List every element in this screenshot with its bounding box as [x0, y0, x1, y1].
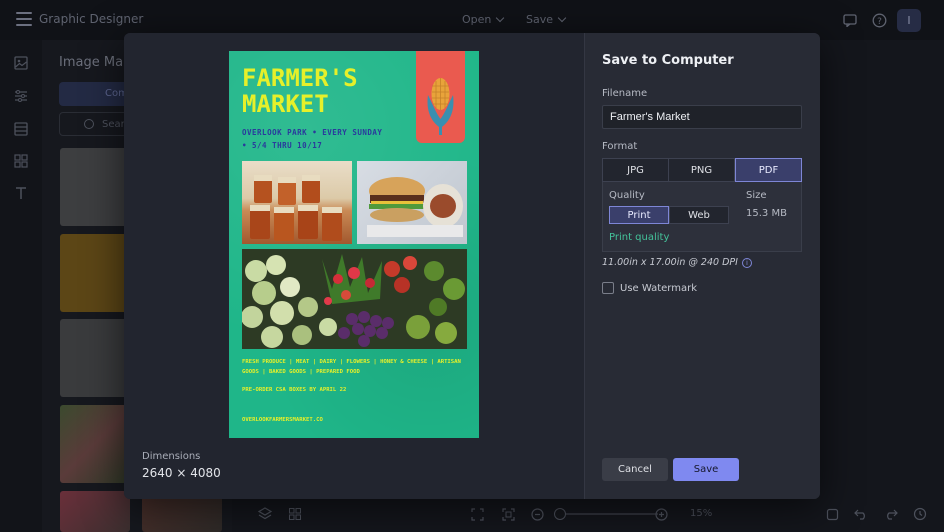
open-menu-label: Open [462, 13, 492, 26]
quality-print-button[interactable]: Print [609, 206, 669, 224]
comment-icon[interactable] [842, 12, 858, 28]
history-icon[interactable] [912, 506, 928, 522]
save-menu-label: Save [526, 13, 554, 26]
refresh-icon[interactable] [824, 506, 840, 522]
quality-label: Quality [609, 190, 645, 201]
format-options-box: Quality Size Print Web 15.3 MB Print qua… [602, 182, 802, 252]
grid-icon[interactable] [287, 506, 303, 522]
fit-width-icon[interactable] [500, 506, 516, 522]
save-options-pane: Save to Computer Filename Farmer's Marke… [585, 33, 820, 499]
poster-preorder: PRE-ORDER CSA BOXES BY APRIL 22 [242, 387, 347, 393]
fit-screen-icon[interactable] [469, 506, 485, 522]
quality-selector: Print Web [609, 206, 729, 224]
dimensions-label: Dimensions [142, 451, 201, 462]
zoom-slider[interactable] [558, 513, 658, 515]
avatar[interactable]: I [897, 9, 921, 32]
corn-icon [427, 78, 454, 135]
image-thumbnail[interactable] [60, 491, 130, 532]
layers-icon[interactable] [257, 506, 273, 522]
zoom-value[interactable]: 15% [690, 508, 712, 519]
zoom-slider-handle[interactable] [554, 508, 566, 520]
help-icon[interactable]: ? [871, 12, 887, 28]
format-label: Format [602, 141, 638, 152]
svg-text:?: ? [877, 17, 882, 27]
size-value: 15.3 MB [746, 208, 787, 219]
open-menu[interactable]: Open [462, 13, 505, 26]
format-pdf-button[interactable]: PDF [735, 158, 802, 182]
size-label: Size [746, 190, 767, 201]
poster-subtitle: OVERLOOK PARK • EVERY SUNDAY • 5/4 THRU … [242, 128, 383, 150]
panel-search-placeholder: Sear [102, 119, 125, 130]
produce-photo [242, 249, 467, 349]
app-title: Graphic Designer [39, 12, 144, 26]
dpi-text: 11.00in x 17.00in @ 240 DPI [602, 257, 738, 268]
zoom-out-icon[interactable] [529, 506, 545, 522]
cancel-button[interactable]: Cancel [602, 458, 668, 481]
image-icon[interactable] [13, 55, 29, 71]
layout-icon[interactable] [13, 121, 29, 137]
filename-input[interactable]: Farmer's Market [602, 105, 802, 129]
image-thumbnail[interactable] [60, 405, 130, 483]
chevron-down-icon [496, 13, 505, 23]
format-jpg-button[interactable]: JPG [602, 158, 669, 182]
chevron-down-icon [557, 13, 567, 23]
jars-photo [242, 161, 352, 244]
quality-web-button[interactable]: Web [669, 206, 729, 224]
elements-icon[interactable] [13, 153, 29, 169]
save-dialog: FARMER'S MARKET OVERLOOK PARK • EVERY SU… [124, 33, 820, 499]
image-thumbnail[interactable] [60, 148, 130, 226]
image-thumbnail[interactable] [60, 319, 130, 397]
watermark-option[interactable]: Use Watermark [602, 282, 697, 294]
burger-photo [357, 161, 467, 244]
zoom-in-icon[interactable] [653, 506, 669, 522]
format-selector: JPG PNG PDF [602, 158, 802, 182]
poster-preview: FARMER'S MARKET OVERLOOK PARK • EVERY SU… [229, 51, 479, 438]
info-icon[interactable]: i [741, 257, 752, 268]
save-button[interactable]: Save [673, 458, 739, 481]
poster-url: OVERLOOKFARMERSMARKET.CO [242, 417, 323, 423]
redo-icon[interactable] [883, 506, 899, 522]
save-menu[interactable]: Save [526, 13, 567, 26]
text-icon[interactable] [13, 185, 29, 201]
format-png-button[interactable]: PNG [669, 158, 735, 182]
dpi-info: 11.00in x 17.00in @ 240 DPI i [602, 257, 752, 268]
left-rail [0, 40, 42, 532]
watermark-label[interactable]: Use Watermark [620, 283, 697, 294]
filename-label: Filename [602, 88, 648, 99]
quality-note: Print quality [609, 232, 670, 243]
preview-pane: FARMER'S MARKET OVERLOOK PARK • EVERY SU… [124, 33, 585, 499]
dimensions-value: 2640 × 4080 [142, 466, 221, 480]
undo-icon[interactable] [853, 506, 869, 522]
dialog-title: Save to Computer [602, 53, 734, 68]
watermark-checkbox[interactable] [602, 282, 614, 294]
poster-title: FARMER'S MARKET [242, 64, 358, 118]
poster-produce-list: FRESH PRODUCE | MEAT | DAIRY | FLOWERS |… [242, 359, 461, 375]
hamburger-menu-icon[interactable] [16, 12, 32, 26]
corn-badge [416, 51, 465, 143]
image-thumbnail[interactable] [60, 234, 130, 312]
search-icon [84, 119, 94, 129]
canvas-toolbar: 15% [232, 496, 944, 532]
adjust-icon[interactable] [13, 88, 29, 104]
